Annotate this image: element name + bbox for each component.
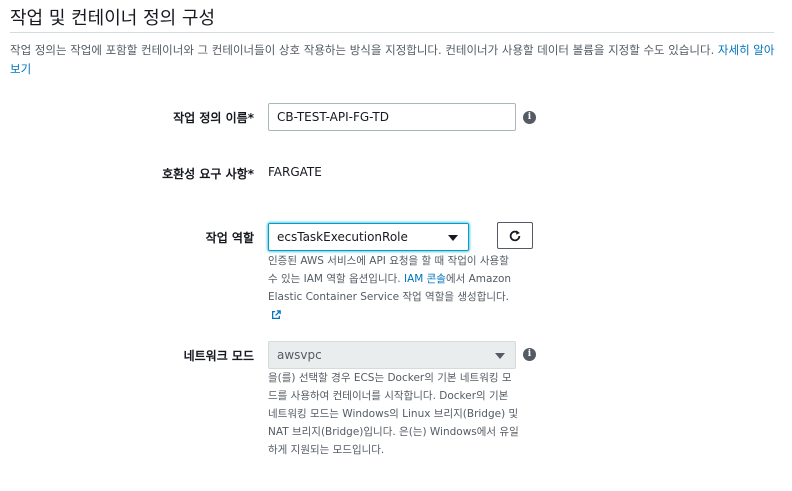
task-role-select[interactable]: ecsTaskExecutionRole xyxy=(268,223,469,251)
chevron-down-icon xyxy=(495,353,505,359)
info-icon[interactable]: i xyxy=(523,111,536,124)
iam-console-link[interactable]: IAM 콘솔 xyxy=(404,273,446,285)
refresh-button[interactable] xyxy=(497,222,533,249)
task-def-name-input[interactable] xyxy=(268,103,516,131)
external-link-icon[interactable] xyxy=(271,310,281,320)
refresh-icon xyxy=(509,229,521,241)
task-def-name-label: 작업 정의 이름* xyxy=(173,111,254,125)
info-icon[interactable]: i xyxy=(523,348,536,361)
network-mode-label: 네트워크 모드 xyxy=(183,349,254,363)
section-title: 작업 및 컨테이너 정의 구성 xyxy=(10,8,216,29)
section-description: 작업 정의는 작업에 포함할 컨테이너와 그 컨테이너들이 상호 작용하는 방식… xyxy=(10,41,780,79)
task-role-label: 작업 역할 xyxy=(205,231,254,245)
task-role-help: 인증된 AWS 서비스에 API 요청을 할 때 작업이 사용할 수 있는 IA… xyxy=(268,252,520,324)
network-mode-select[interactable]: awsvpc xyxy=(268,341,516,369)
network-mode-selected: awsvpc xyxy=(277,348,322,362)
network-mode-help: 을(를) 선택할 경우 ECS는 Docker의 기본 네트워킹 모드를 사용하… xyxy=(268,372,519,456)
compatibility-label: 호환성 요구 사항* xyxy=(162,167,254,181)
compatibility-value: FARGATE xyxy=(268,165,322,179)
task-role-selected: ecsTaskExecutionRole xyxy=(277,230,408,244)
chevron-down-icon xyxy=(448,235,458,241)
title-divider xyxy=(10,32,774,33)
description-text: 작업 정의는 작업에 포함할 컨테이너와 그 컨테이너들이 상호 작용하는 방식… xyxy=(10,43,718,57)
